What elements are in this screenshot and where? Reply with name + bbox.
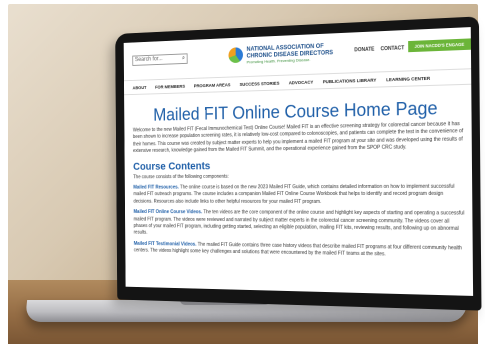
contact-link[interactable]: CONTACT <box>381 45 405 52</box>
nav-item-about[interactable]: ABOUT <box>133 85 147 90</box>
nav-item-learning-center[interactable]: LEARNING CENTER <box>386 75 430 81</box>
nav-item-for-members[interactable]: FOR MEMBERS <box>155 83 185 89</box>
search-input[interactable]: Search for... ⌕ <box>132 53 188 66</box>
site-logo[interactable]: NATIONAL ASSOCIATION OF CHRONIC DISEASE … <box>228 41 340 67</box>
nav-item-success-stories[interactable]: SUCCESS STORIES <box>240 80 280 86</box>
main-content: Mailed FIT Online Course Home Page Welco… <box>133 89 467 296</box>
intro-paragraph: Welcome to the new Mailed FIT (Fecal Imm… <box>132 121 464 155</box>
donate-link[interactable]: DONATE <box>354 47 374 54</box>
search-icon[interactable]: ⌕ <box>182 54 185 63</box>
videos-paragraph: Mailed FIT Online Course Videos. The ten… <box>133 209 466 241</box>
laptop-screen-bezel: Search for... ⌕ NATIONAL ASSOCIATION OF … <box>115 16 482 311</box>
nav-item-publications-library[interactable]: PUBLICATIONS LIBRARY <box>323 77 377 84</box>
resources-label: Mailed FIT Resources. <box>133 184 179 191</box>
section-heading-course-contents: Course Contents <box>133 160 211 173</box>
testimonial-label: Mailed FIT Testimonial Videos. <box>133 240 197 248</box>
contents-intro: The course consists of the following com… <box>133 173 229 180</box>
nav-item-advocacy[interactable]: ADVOCACY <box>289 79 314 85</box>
logo-icon <box>228 47 244 64</box>
testimonial-paragraph: Mailed FIT Testimonial Videos. The maile… <box>134 241 467 261</box>
resources-paragraph: Mailed FIT Resources. The online course … <box>133 184 466 207</box>
laptop-screen: Search for... ⌕ NATIONAL ASSOCIATION OF … <box>123 27 474 296</box>
join-community-button[interactable]: JOIN NACDD'S ENGAGE COMMUNITY <box>408 38 471 60</box>
videos-label: Mailed FIT Online Course Videos. <box>133 209 203 216</box>
nav-item-program-areas[interactable]: PROGRAM AREAS <box>194 82 231 88</box>
resources-text: The online course is based on the new 20… <box>133 183 455 205</box>
photo-scene: Search for... ⌕ NATIONAL ASSOCIATION OF … <box>0 0 485 356</box>
search-placeholder: Search for... <box>134 56 163 64</box>
